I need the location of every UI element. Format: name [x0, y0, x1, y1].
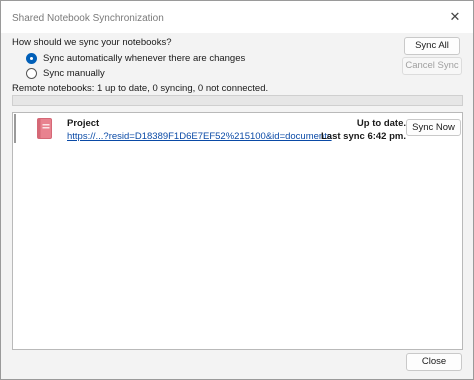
sync-dialog: Shared Notebook Synchronization ✕ How sh… — [0, 0, 474, 380]
notebook-list: Project https://...?resid=D18389F1D6E7EF… — [12, 112, 463, 350]
title-bar: Shared Notebook Synchronization ✕ — [1, 1, 473, 33]
row-marker — [14, 114, 16, 143]
sync-automatic-label: Sync automatically whenever there are ch… — [43, 53, 246, 64]
notebook-row[interactable]: Project https://...?resid=D18389F1D6E7EF… — [14, 114, 461, 143]
notebook-name: Project — [67, 118, 100, 129]
sync-manual-radio[interactable] — [26, 68, 37, 79]
sync-manual-option[interactable]: Sync manually — [26, 68, 105, 79]
notebook-status: Up to date. — [356, 118, 406, 129]
sync-all-button[interactable]: Sync All — [404, 37, 460, 55]
window-title: Shared Notebook Synchronization — [12, 13, 164, 24]
notebook-icon — [37, 118, 52, 139]
close-icon[interactable]: ✕ — [447, 9, 463, 25]
cancel-sync-button[interactable]: Cancel Sync — [402, 57, 462, 75]
sync-question: How should we sync your notebooks? — [12, 37, 172, 48]
sync-automatic-radio[interactable] — [26, 53, 37, 64]
sync-manual-label: Sync manually — [43, 68, 105, 79]
notebook-last-sync: Last sync 6:42 pm. — [320, 131, 406, 142]
sync-now-button[interactable]: Sync Now — [406, 119, 461, 136]
sync-automatic-option[interactable]: Sync automatically whenever there are ch… — [26, 53, 245, 64]
close-button[interactable]: Close — [406, 353, 462, 371]
remote-status-text: Remote notebooks: 1 up to date, 0 syncin… — [12, 83, 269, 94]
notebook-url-link[interactable]: https://...?resid=D18389F1D6E7EF52%21510… — [67, 131, 332, 142]
sync-progress-bar — [12, 95, 463, 106]
